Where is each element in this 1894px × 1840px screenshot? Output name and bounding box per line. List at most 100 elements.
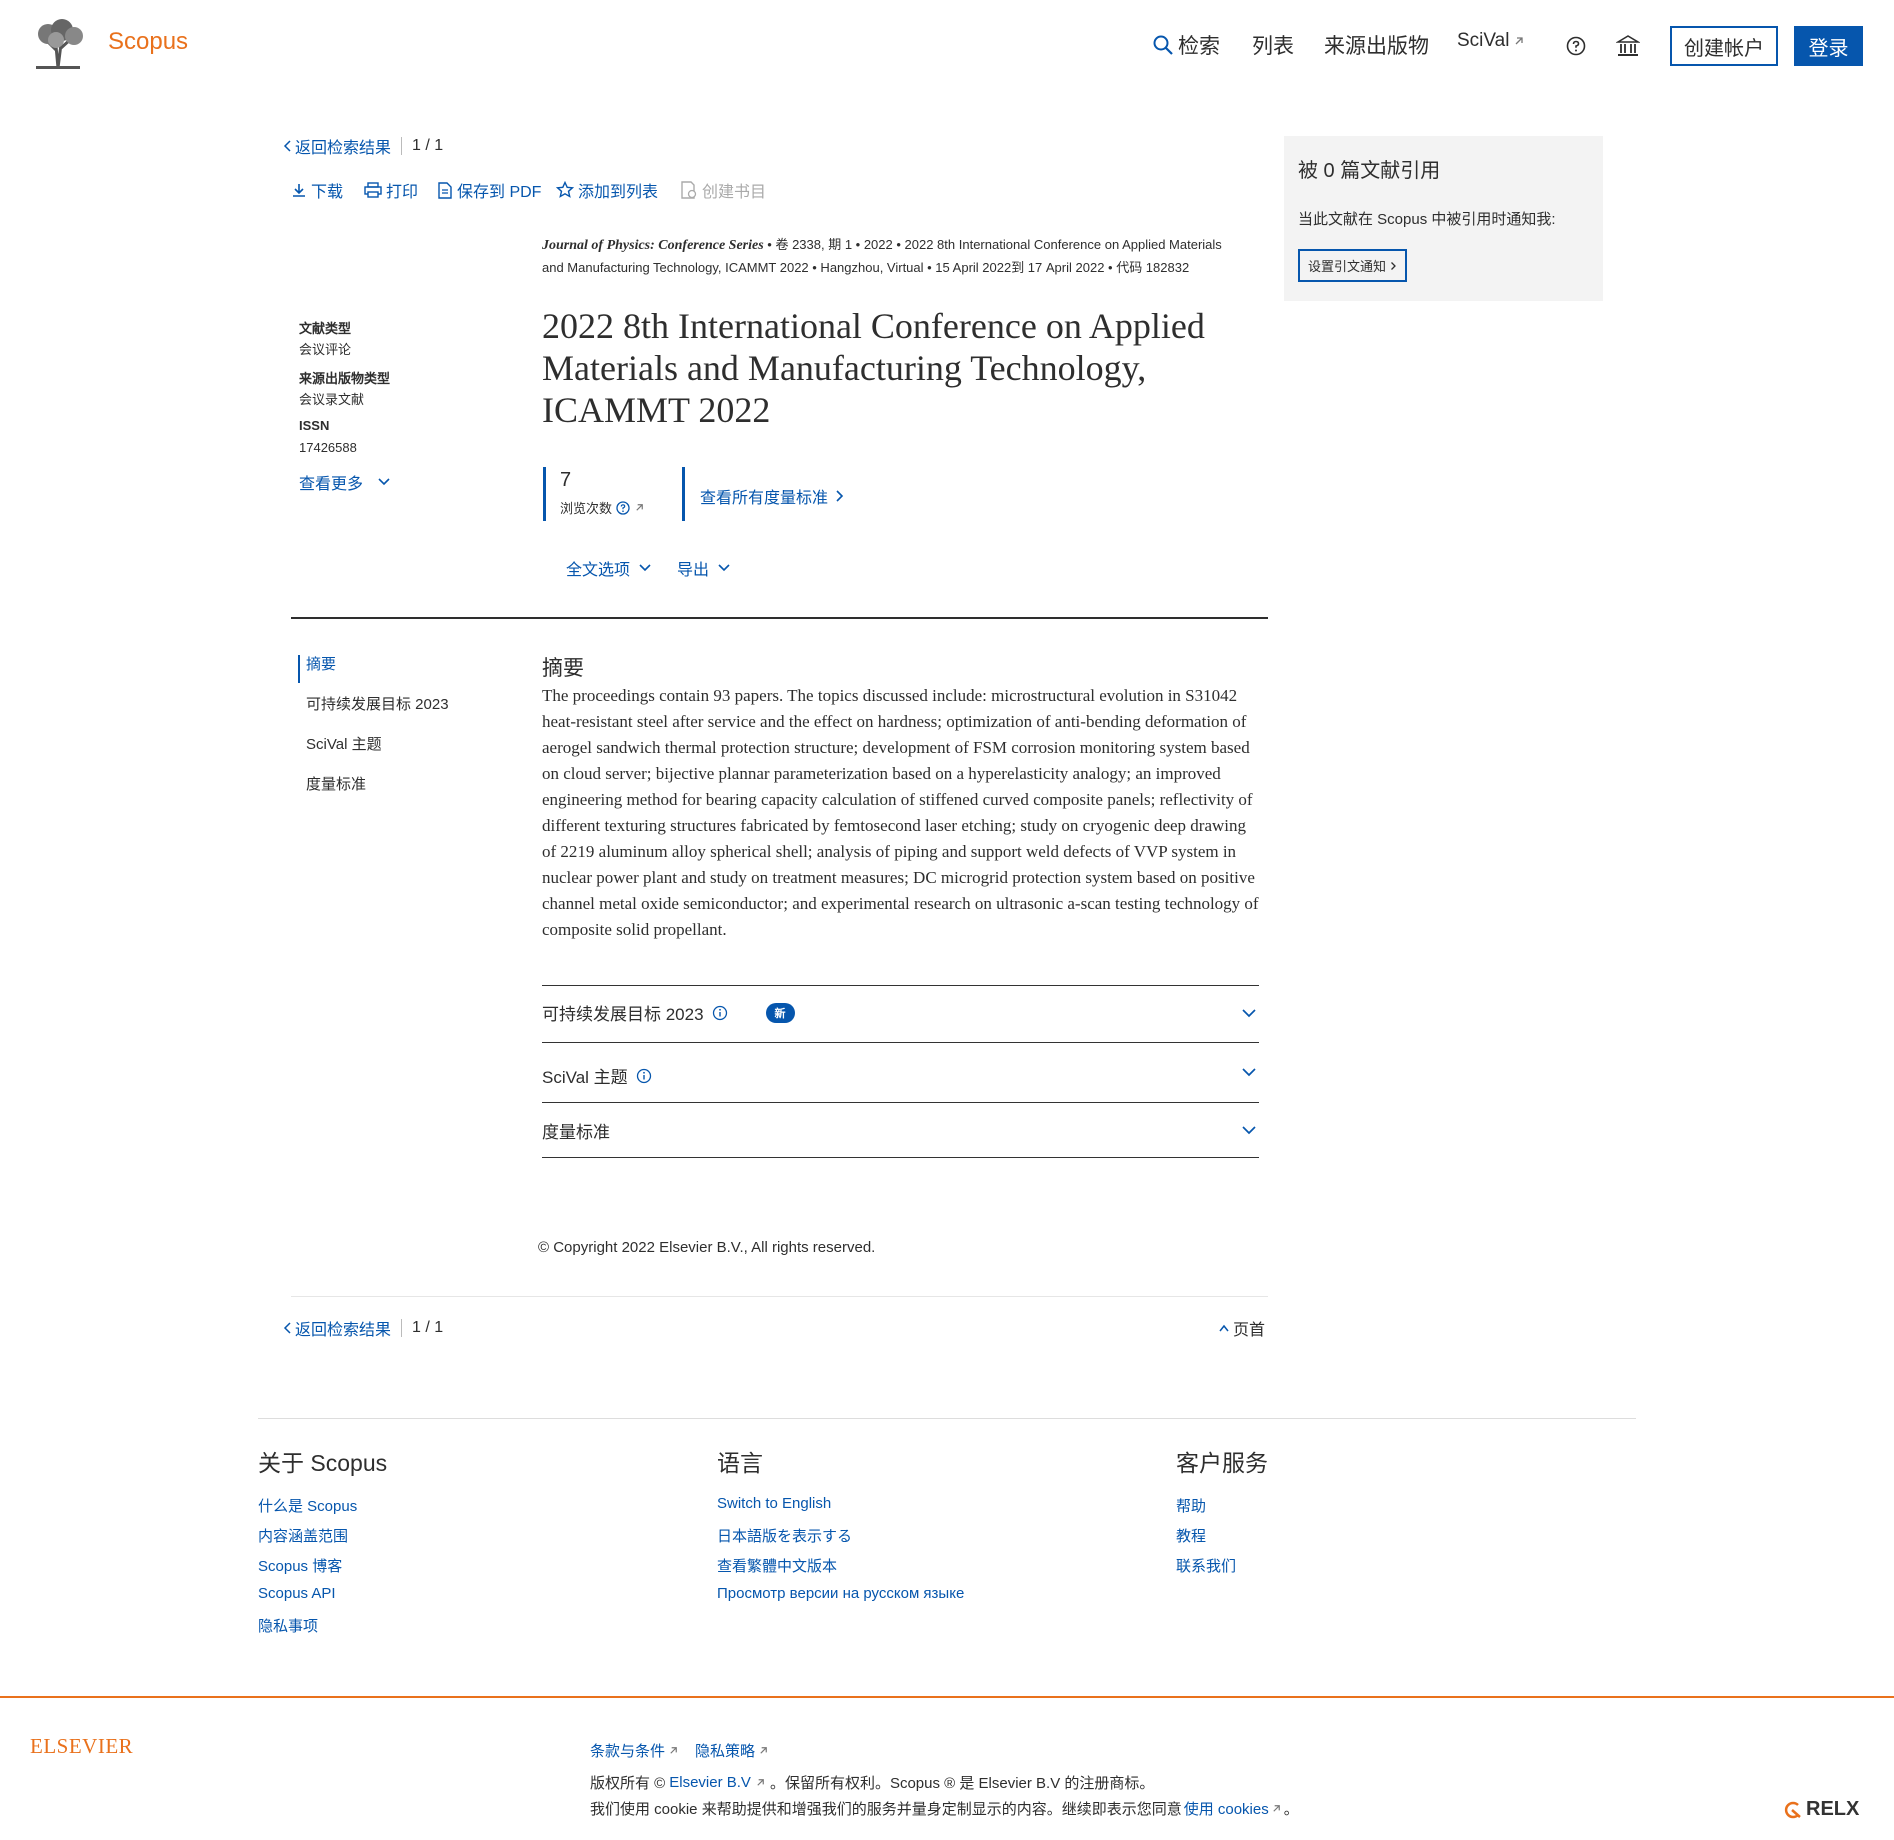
institution-icon[interactable]	[1616, 34, 1640, 58]
footer-link-traditional-chinese[interactable]: 查看繁體中文版本	[717, 1555, 837, 1576]
terms-label: 条款与条件	[590, 1743, 666, 1760]
footer-link-what-is-scopus[interactable]: 什么是 Scopus	[258, 1495, 357, 1516]
download-button[interactable]: 下载	[291, 178, 343, 202]
doc-type-label: 文献类型	[299, 321, 352, 336]
print-button[interactable]: 打印	[364, 178, 418, 202]
footer-link-english[interactable]: Switch to English	[717, 1495, 831, 1512]
elsevier-bv-link[interactable]: Elsevier B.V	[669, 1774, 751, 1791]
side-nav-metrics[interactable]: 度量标准	[306, 773, 366, 794]
back-to-top-button[interactable]: 页首	[1218, 1316, 1265, 1340]
accordion-scival[interactable]: SciVal 主题	[542, 1063, 652, 1088]
download-label: 下载	[311, 184, 344, 201]
external-link-icon	[636, 504, 643, 511]
back-to-results-link[interactable]: 返回检索结果	[283, 1316, 391, 1340]
chevron-down-icon[interactable]	[1241, 1066, 1257, 1082]
chevron-down-icon	[718, 564, 730, 572]
elsevier-tree-logo[interactable]	[28, 18, 88, 72]
breadcrumb-divider	[401, 1319, 403, 1337]
footer-link-scopus-blog[interactable]: Scopus 博客	[258, 1555, 342, 1576]
footer-accent-line	[0, 1696, 1894, 1698]
accordion-divider	[542, 1042, 1259, 1043]
footer-link-content-coverage[interactable]: 内容涵盖范围	[258, 1525, 348, 1546]
rights-suffix: 。保留所有权利。Scopus ® 是 Elsevier B.V 的注册商标。	[769, 1775, 1155, 1792]
new-badge: 新	[765, 1002, 795, 1023]
external-link-icon	[757, 1779, 764, 1786]
nav-scival-label: SciVal	[1457, 30, 1510, 51]
nav-scival[interactable]: SciVal	[1457, 30, 1525, 52]
footer-link-help[interactable]: 帮助	[1176, 1495, 1206, 1516]
help-circle-icon[interactable]	[616, 500, 630, 515]
side-nav-abstract[interactable]: 摘要	[306, 653, 336, 674]
chevron-right-icon	[836, 490, 844, 502]
copyright-text: © Copyright 2022 Elsevier B.V., All righ…	[538, 1239, 876, 1256]
cookie-suffix: 。	[1283, 1801, 1299, 1818]
bibliography-icon	[681, 181, 697, 199]
breadcrumb-bottom: 返回检索结果 1 / 1	[283, 1316, 443, 1340]
add-to-list-button[interactable]: 添加到列表	[556, 178, 658, 202]
nav-lists[interactable]: 列表	[1252, 30, 1294, 60]
relx-logo[interactable]: RELX	[1783, 1798, 1859, 1821]
help-icon[interactable]	[1566, 36, 1586, 56]
abstract-text: The proceedings contain 93 papers. The t…	[542, 686, 1259, 939]
footer-link-privacy[interactable]: 隐私事项	[258, 1615, 318, 1636]
issn-label: ISSN	[299, 418, 330, 433]
nav-search[interactable]: 检索	[1152, 30, 1220, 60]
full-text-options-button[interactable]: 全文选项	[566, 556, 652, 580]
abstract-heading: 摘要	[542, 657, 584, 680]
views-label-row: 浏览次数	[560, 498, 645, 517]
create-account-button[interactable]: 创建帐户	[1670, 26, 1778, 66]
star-icon	[556, 181, 574, 198]
chevron-up-icon	[1219, 1324, 1229, 1332]
breadcrumb-divider	[401, 137, 403, 155]
accordion-metrics-label: 度量标准	[542, 1123, 610, 1142]
see-all-metrics-link[interactable]: 查看所有度量标准	[700, 484, 844, 508]
bottom-divider	[291, 1296, 1268, 1297]
footer-link-russian[interactable]: Просмотр версии на русском языке	[717, 1585, 964, 1602]
external-link-icon	[760, 1747, 767, 1754]
chevron-down-icon[interactable]	[1241, 1124, 1257, 1140]
footer-language-heading: 语言	[717, 1450, 763, 1476]
terms-link[interactable]: 条款与条件	[590, 1740, 679, 1761]
accordion-metrics[interactable]: 度量标准	[542, 1118, 610, 1143]
see-more-button[interactable]: 查看更多	[299, 470, 391, 494]
info-icon[interactable]	[636, 1068, 652, 1084]
source-meta-line-2: and Manufacturing Technology, ICAMMT 202…	[542, 260, 1190, 275]
side-nav-scival[interactable]: SciVal 主题	[306, 733, 382, 754]
side-nav-sdg[interactable]: 可持续发展目标 2023	[306, 693, 449, 714]
save-pdf-label: 保存到 PDF	[457, 184, 542, 201]
footer-link-scopus-api[interactable]: Scopus API	[258, 1585, 336, 1602]
privacy-policy-link[interactable]: 隐私策略	[695, 1740, 769, 1761]
footer-link-tutorials[interactable]: 教程	[1176, 1525, 1206, 1546]
full-text-options-label: 全文选项	[566, 562, 631, 579]
document-title: 2022 8th International Conference on App…	[542, 306, 1205, 430]
set-citation-alert-button[interactable]: 设置引文通知	[1298, 249, 1408, 282]
info-icon[interactable]	[712, 1005, 728, 1021]
back-to-results-link[interactable]: 返回检索结果	[283, 134, 391, 158]
print-icon	[364, 182, 382, 198]
footer-link-japanese[interactable]: 日本語版を表示する	[717, 1525, 852, 1546]
rights-line: 版权所有 © Elsevier B.V 。保留所有权利。Scopus ® 是 E…	[590, 1772, 1154, 1793]
accordion-divider	[542, 985, 1259, 986]
cookie-line: 我们使用 cookie 来帮助提供和增强我们的服务并量身定制显示的内容。继续即表…	[590, 1798, 1299, 1819]
cookie-link[interactable]: 使用 cookies	[1184, 1798, 1269, 1819]
save-pdf-button[interactable]: 保存到 PDF	[437, 178, 541, 202]
elsevier-logo[interactable]: ELSEVIER	[30, 1734, 133, 1759]
see-more-label: 查看更多	[299, 476, 364, 493]
views-count: 7	[560, 469, 572, 491]
metric-bar-left	[543, 467, 546, 521]
footer-service-heading: 客户服务	[1176, 1450, 1268, 1476]
scopus-brand[interactable]: Scopus	[108, 28, 188, 56]
chevron-down-icon[interactable]	[1241, 1007, 1257, 1023]
create-bibliography-button[interactable]: 创建书目	[680, 178, 766, 202]
section-divider	[291, 617, 1268, 619]
export-button[interactable]: 导出	[677, 556, 731, 580]
accordion-scival-label: SciVal 主题	[542, 1068, 628, 1087]
result-pager: 1 / 1	[412, 137, 444, 154]
journal-link[interactable]: Journal of Physics: Conference Series	[542, 238, 764, 253]
accordion-sdg[interactable]: 可持续发展目标 2023 新	[542, 1000, 795, 1025]
footer-divider	[258, 1418, 1636, 1419]
login-button[interactable]: 登录	[1794, 26, 1863, 66]
nav-sources[interactable]: 来源出版物	[1324, 30, 1429, 60]
footer-link-contact[interactable]: 联系我们	[1176, 1555, 1236, 1576]
back-to-results-label: 返回检索结果	[295, 140, 392, 157]
